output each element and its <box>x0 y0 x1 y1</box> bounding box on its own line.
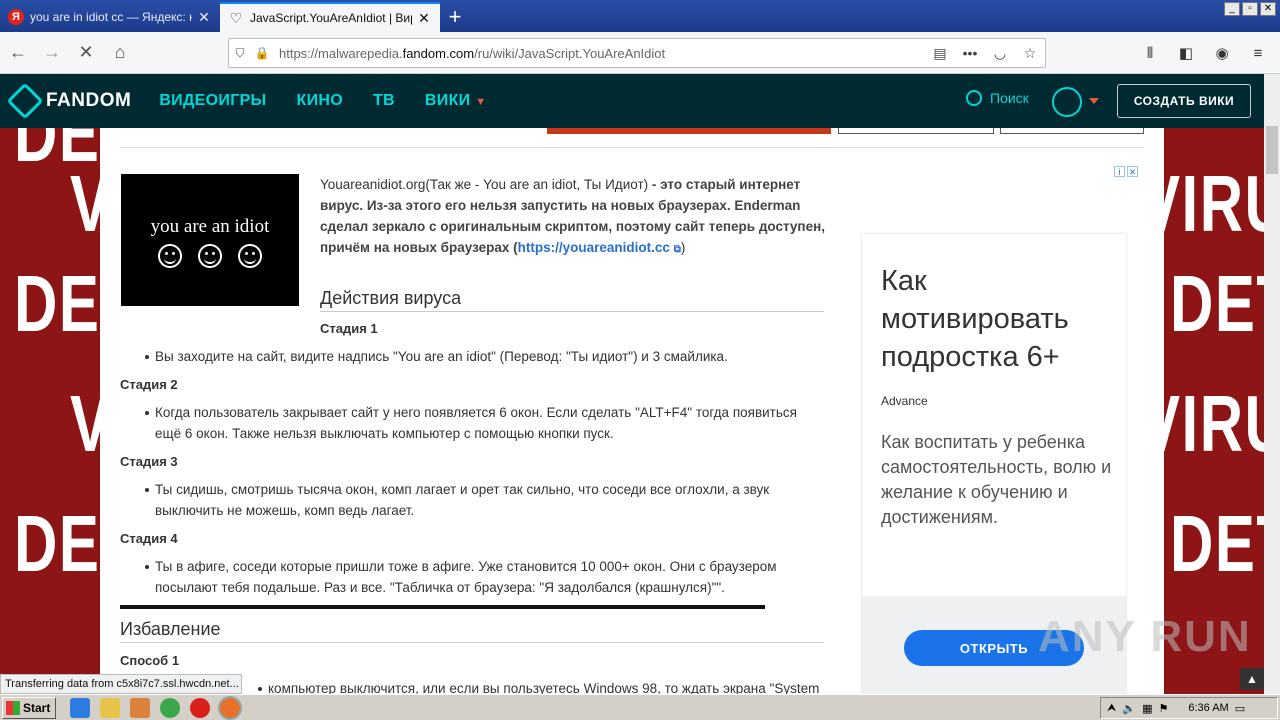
stop-button[interactable]: ✕ <box>70 37 102 69</box>
scroll-to-top-button[interactable]: ▲ <box>1240 668 1264 690</box>
url-bar[interactable]: ⛉ 🔒 https://malwarepedia.fandom.com/ru/w… <box>228 38 1046 68</box>
windows-flag-icon <box>6 700 20 715</box>
ad-text: Как воспитать у ребенка самостоятельност… <box>881 432 1112 527</box>
account-icon[interactable]: ◉ <box>1206 38 1238 68</box>
vertical-scrollbar[interactable] <box>1264 74 1280 694</box>
nav-toolbar: ← → ✕ ⌂ ⛉ 🔒 https://malwarepedia.fandom.… <box>0 32 1280 74</box>
list-item: Вы заходите на сайт, видите надпись "You… <box>145 346 845 367</box>
search-link[interactable]: Поиск <box>966 90 1029 106</box>
display-icon[interactable]: ▭ <box>1235 702 1245 715</box>
stage-heading: Стадия 2 <box>120 377 178 392</box>
scroll-thumb[interactable] <box>1266 126 1278 174</box>
fandom-nav: ВИДЕОИГРЫ КИНО ТВ ВИКИ ▼ <box>159 92 486 110</box>
info-icon[interactable]: i <box>1114 166 1125 177</box>
bookmark-star-icon[interactable]: ☆ <box>1015 45 1045 62</box>
stage-heading: Стадия 1 <box>320 321 378 336</box>
ad-title[interactable]: Как мотивировать подростка 6+ <box>881 262 1121 376</box>
nav-tv[interactable]: ТВ <box>373 92 395 110</box>
fandom-icon: ♡ <box>229 9 243 26</box>
chrome-icon[interactable] <box>160 697 180 718</box>
system-tray: ⮝ 🔈 ▦ ⚑ 6:36 AM ▭ <box>1100 697 1278 719</box>
nav-movies[interactable]: КИНО <box>297 92 343 110</box>
nav-videogames[interactable]: ВИДЕОИГРЫ <box>159 92 266 110</box>
close-ad-icon[interactable]: ✕ <box>1127 166 1138 177</box>
library-icon[interactable]: ⫴ <box>1134 38 1166 68</box>
pocket-icon[interactable]: ◡ <box>985 45 1015 62</box>
start-button[interactable]: Start <box>2 696 56 719</box>
tab-strip: Я you are in idiot cc — Яндекс: наш ✕ ♡ … <box>0 0 1280 32</box>
user-avatar-icon[interactable] <box>1052 87 1082 117</box>
method-heading: Способ 1 <box>120 653 180 668</box>
tab-title: you are in idiot cc — Яндекс: наш <box>30 10 192 24</box>
external-link-icon: ⧉ <box>673 244 681 255</box>
toolbar-button[interactable] <box>838 128 994 134</box>
fandom-header: FANDOM ВИДЕОИГРЫ КИНО ТВ ВИКИ ▼ Поиск СО… <box>0 74 1264 128</box>
tab-title: JavaScript.YouAreAnIdiot | Вирус <box>250 11 412 25</box>
divider-bar <box>120 605 765 609</box>
taskbar: Start ⮝ 🔈 ▦ ⚑ 6:36 AM ▭ <box>0 694 1280 720</box>
article-content: you are an idiot Youareanidiot.org(Так ж… <box>100 128 1164 700</box>
fandom-logo-icon <box>6 82 44 120</box>
stage-heading: Стадия 4 <box>120 531 178 546</box>
ad-choices[interactable]: i ✕ <box>1114 166 1138 177</box>
window-controls: _ ▫ ✕ <box>1224 2 1276 16</box>
url-text[interactable]: https://malwarepedia.fandom.com/ru/wiki/… <box>273 46 925 61</box>
stage-heading: Стадия 3 <box>120 454 178 469</box>
watermark: ANY RUN <box>1038 612 1252 661</box>
clock: 6:36 AM <box>1188 702 1229 714</box>
reader-view-icon[interactable]: ▤ <box>925 45 955 62</box>
opera-icon[interactable] <box>190 697 210 718</box>
tray-arrow-icon[interactable]: ⮝ <box>1107 702 1116 715</box>
section-heading: Избавление <box>120 619 824 643</box>
list-item: Когда пользователь закрывает сайт у него… <box>145 402 805 444</box>
background-word: DETECTI <box>1170 499 1264 588</box>
article-image[interactable]: you are an idiot <box>121 174 299 306</box>
minimize-button[interactable]: _ <box>1224 2 1240 16</box>
home-button[interactable]: ⌂ <box>104 37 136 69</box>
status-bar: Transferring data from c5x8i7c7.ssl.hwcd… <box>0 674 242 694</box>
maximize-button[interactable]: ▫ <box>1242 2 1258 16</box>
media-player-icon[interactable] <box>130 697 150 718</box>
chevron-down-icon: ▼ <box>475 96 487 108</box>
firefox-icon[interactable] <box>218 695 242 720</box>
back-button[interactable]: ← <box>2 37 34 69</box>
smiley-icon <box>238 244 262 268</box>
yandex-icon: Я <box>8 9 24 25</box>
edit-button[interactable] <box>547 128 831 134</box>
close-window-button[interactable]: ✕ <box>1260 2 1276 16</box>
divider <box>120 147 1144 148</box>
caret-down-icon[interactable] <box>1089 98 1099 104</box>
speaker-icon[interactable]: 🔈 <box>1122 702 1136 715</box>
flag-icon[interactable]: ⚑ <box>1158 702 1168 715</box>
folder-icon[interactable] <box>100 697 120 718</box>
network-icon[interactable]: ▦ <box>1142 702 1152 715</box>
external-link[interactable]: https://youareanidiot.cc ⧉ <box>518 240 681 255</box>
search-icon <box>966 90 982 106</box>
article-intro: Youareanidiot.org(Так же - You are an id… <box>320 177 825 255</box>
tab-yandex[interactable]: Я you are in idiot cc — Яндекс: наш ✕ <box>0 2 220 32</box>
tab-fandom[interactable]: ♡ JavaScript.YouAreAnIdiot | Вирус ✕ <box>220 2 440 32</box>
new-tab-button[interactable]: + <box>440 2 470 32</box>
sidebar-icon[interactable]: ◧ <box>1170 38 1202 68</box>
menu-icon[interactable]: ≡ <box>1242 38 1274 68</box>
close-tab-icon[interactable]: ✕ <box>416 10 432 27</box>
close-tab-icon[interactable]: ✕ <box>196 9 212 26</box>
nav-wikis[interactable]: ВИКИ ▼ <box>425 92 486 110</box>
fandom-logo[interactable]: FANDOM <box>6 82 131 120</box>
smiley-icon <box>198 244 222 268</box>
ie-icon[interactable] <box>70 697 90 718</box>
ad-source: Advance <box>881 394 928 408</box>
forward-button[interactable]: → <box>36 37 68 69</box>
background-word: DETECTI <box>1170 259 1264 348</box>
smiley-icon <box>158 244 182 268</box>
lock-icon[interactable]: 🔒 <box>251 46 273 60</box>
page-actions-icon[interactable]: ••• <box>955 45 985 61</box>
toolbar-button[interactable] <box>1000 128 1144 134</box>
section-heading: Действия вируса <box>320 288 824 312</box>
list-item: Ты в афиге, соседи которые пришли тоже в… <box>145 556 835 598</box>
list-item: Ты сидишь, смотришь тысяча окон, комп ла… <box>145 479 825 521</box>
shield-icon[interactable]: ⛉ <box>229 46 251 61</box>
create-wiki-button[interactable]: СОЗДАТЬ ВИКИ <box>1117 84 1251 118</box>
